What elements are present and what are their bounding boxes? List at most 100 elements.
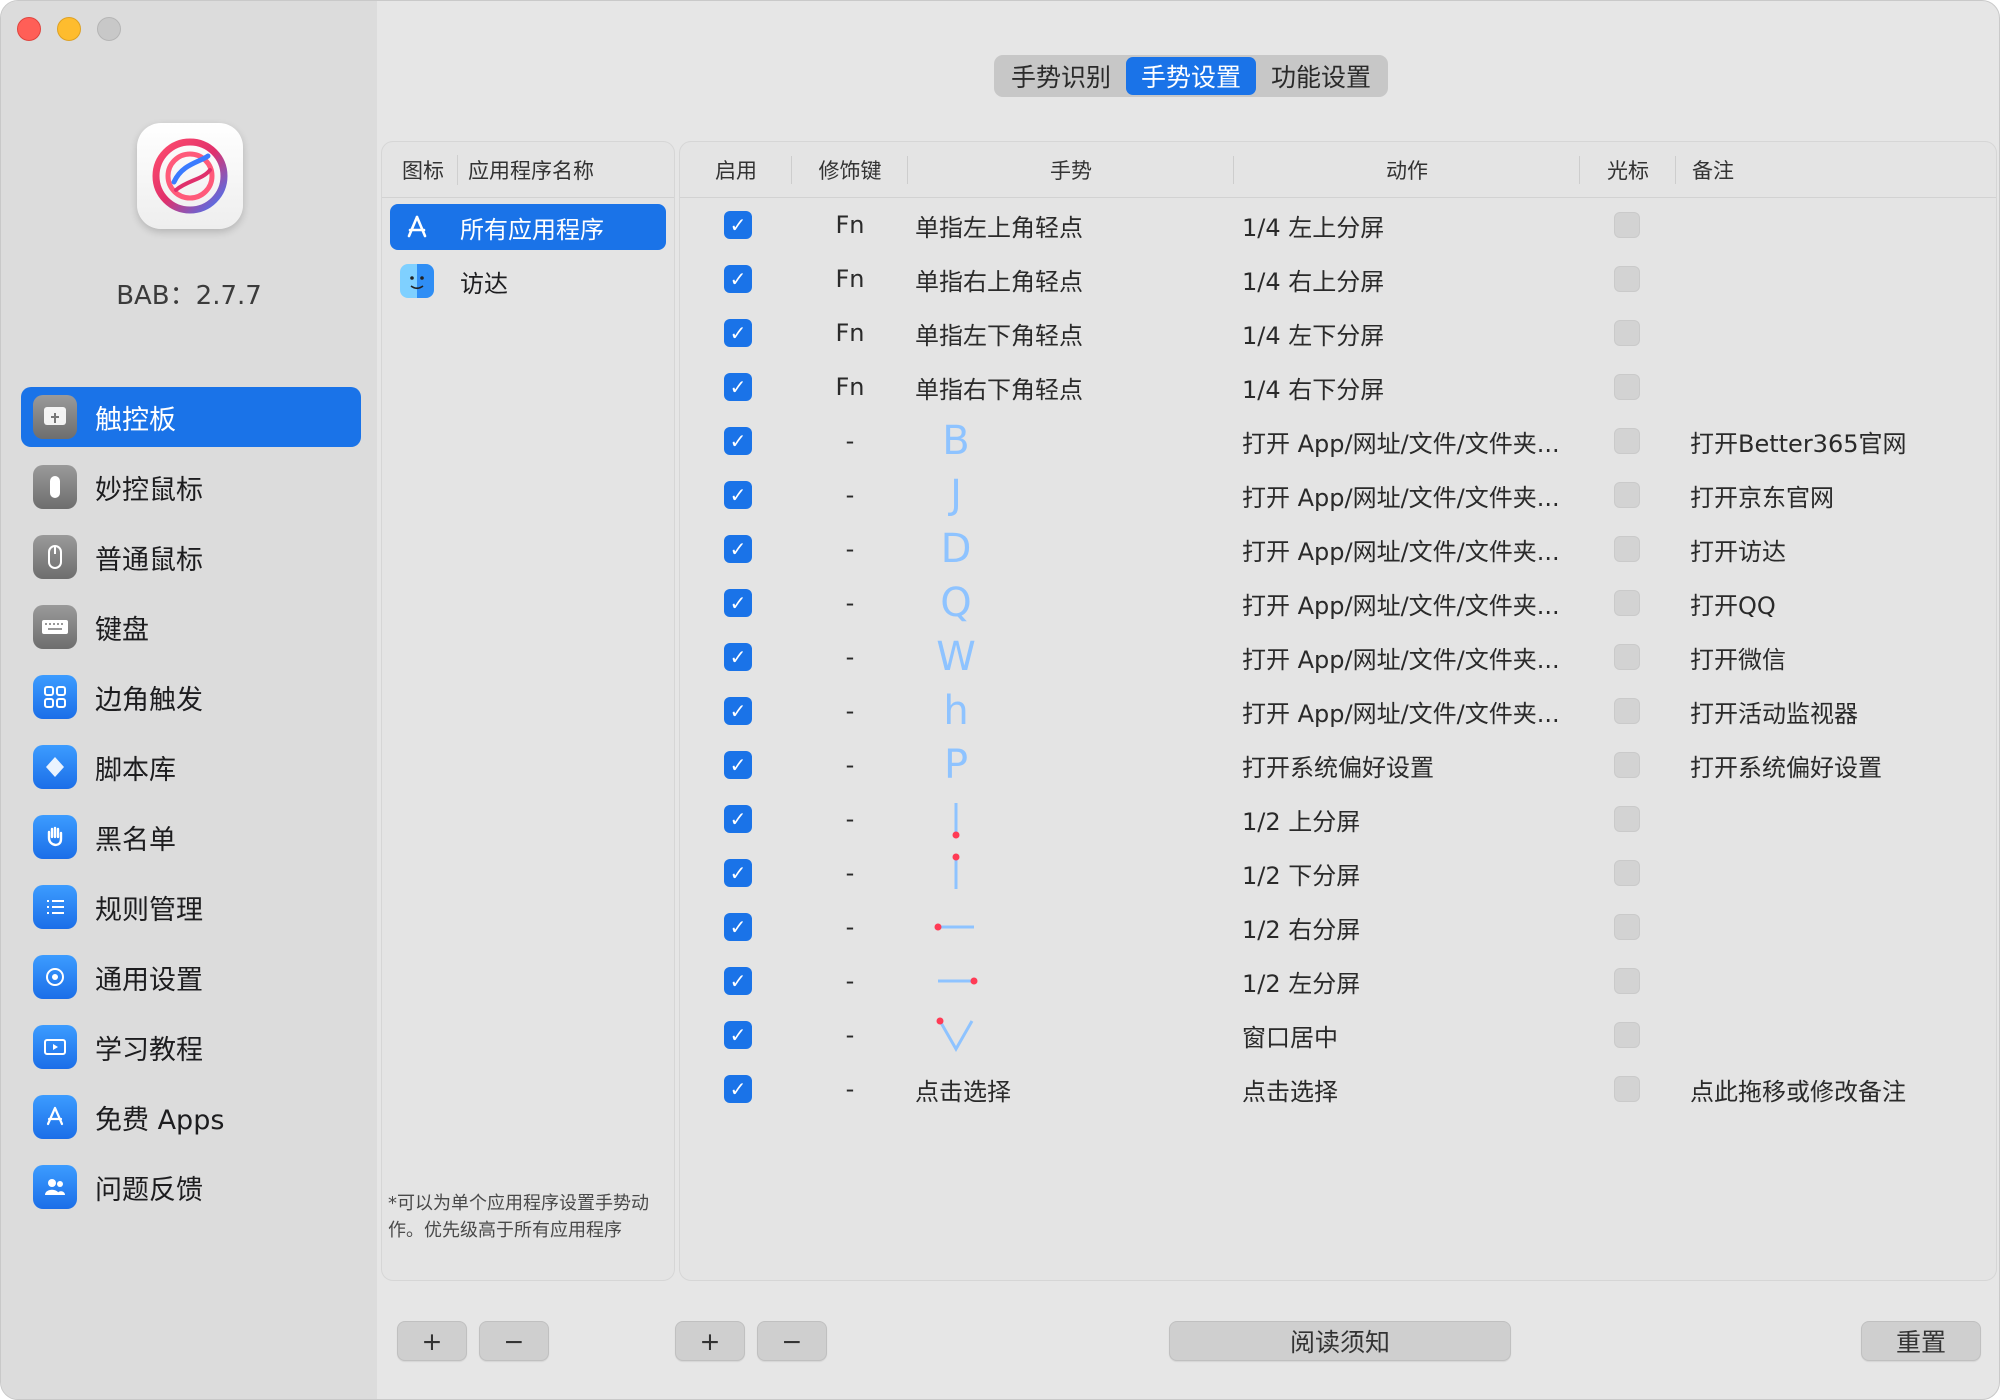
- enable-checkbox[interactable]: ✓: [724, 211, 752, 239]
- add-gesture-button[interactable]: +: [675, 1321, 745, 1361]
- gesture-row[interactable]: ✓ Fn 单指左下角轻点 1/4 左下分屏: [680, 306, 1996, 360]
- gesture-row[interactable]: ✓ - h 打开 App/网址/文件/文件夹... 打开活动监视器: [680, 684, 1996, 738]
- sidebar-item-general-settings[interactable]: 通用设置: [21, 947, 361, 1007]
- enable-checkbox[interactable]: ✓: [724, 751, 752, 779]
- action-cell[interactable]: 打开 App/网址/文件/文件夹...: [1242, 468, 1560, 522]
- cursor-checkbox[interactable]: [1614, 590, 1640, 616]
- gesture-row[interactable]: ✓ - B 打开 App/网址/文件/文件夹... 打开Better365官网: [680, 414, 1996, 468]
- sidebar-item-blacklist[interactable]: 黑名单: [21, 807, 361, 867]
- action-cell[interactable]: 窗口居中: [1242, 1008, 1338, 1062]
- enable-checkbox[interactable]: ✓: [724, 427, 752, 455]
- enable-checkbox[interactable]: ✓: [724, 373, 752, 401]
- read-notice-button[interactable]: 阅读须知: [1169, 1321, 1511, 1361]
- window-close-button[interactable]: [17, 17, 41, 41]
- gesture-row[interactable]: ✓ - 1/2 左分屏: [680, 954, 1996, 1008]
- enable-checkbox[interactable]: ✓: [724, 805, 752, 833]
- note-cell[interactable]: 打开QQ: [1690, 576, 1776, 630]
- sidebar-item-mouse[interactable]: 普通鼠标: [21, 527, 361, 587]
- enable-checkbox[interactable]: ✓: [724, 1075, 752, 1103]
- action-cell[interactable]: 点击选择: [1242, 1062, 1338, 1116]
- action-cell[interactable]: 打开 App/网址/文件/文件夹...: [1242, 684, 1560, 738]
- cursor-checkbox[interactable]: [1614, 536, 1640, 562]
- sidebar-item-free-apps[interactable]: 免费 Apps: [21, 1087, 361, 1147]
- action-cell[interactable]: 1/4 右下分屏: [1242, 360, 1384, 414]
- sidebar-item-feedback[interactable]: 问题反馈: [21, 1157, 361, 1217]
- enable-checkbox[interactable]: ✓: [724, 913, 752, 941]
- gesture-row[interactable]: ✓ - J 打开 App/网址/文件/文件夹... 打开京东官网: [680, 468, 1996, 522]
- note-cell[interactable]: 点此拖移或修改备注: [1690, 1062, 1906, 1116]
- action-cell[interactable]: 1/2 右分屏: [1242, 900, 1360, 954]
- action-cell[interactable]: 1/2 上分屏: [1242, 792, 1360, 846]
- enable-checkbox[interactable]: ✓: [724, 481, 752, 509]
- gesture-row[interactable]: ✓ - 点击选择 点击选择 点此拖移或修改备注: [680, 1062, 1996, 1116]
- tab-gesture-settings[interactable]: 手势设置: [1126, 57, 1256, 95]
- cursor-checkbox[interactable]: [1614, 1076, 1640, 1102]
- enable-checkbox[interactable]: ✓: [724, 859, 752, 887]
- enable-checkbox[interactable]: ✓: [724, 643, 752, 671]
- cursor-checkbox[interactable]: [1614, 1022, 1640, 1048]
- action-cell[interactable]: 1/2 下分屏: [1242, 846, 1360, 900]
- add-app-button[interactable]: +: [397, 1321, 467, 1361]
- note-cell[interactable]: 打开活动监视器: [1690, 684, 1858, 738]
- cursor-checkbox[interactable]: [1614, 914, 1640, 940]
- remove-gesture-button[interactable]: −: [757, 1321, 827, 1361]
- sidebar-item-script-library[interactable]: 脚本库: [21, 737, 361, 797]
- tab-function-settings[interactable]: 功能设置: [1256, 57, 1386, 95]
- sidebar-item-corner-trigger[interactable]: 边角触发: [21, 667, 361, 727]
- action-cell[interactable]: 打开 App/网址/文件/文件夹...: [1242, 414, 1560, 468]
- gesture-row[interactable]: ✓ - 1/2 下分屏: [680, 846, 1996, 900]
- note-cell[interactable]: 打开访达: [1690, 522, 1786, 576]
- remove-app-button[interactable]: −: [479, 1321, 549, 1361]
- action-cell[interactable]: 打开 App/网址/文件/文件夹...: [1242, 630, 1560, 684]
- app-item-all[interactable]: 所有应用程序: [390, 204, 666, 250]
- gesture-row[interactable]: ✓ - 窗口居中: [680, 1008, 1996, 1062]
- cursor-checkbox[interactable]: [1614, 212, 1640, 238]
- cursor-checkbox[interactable]: [1614, 698, 1640, 724]
- sidebar-item-magic-mouse[interactable]: 妙控鼠标: [21, 457, 361, 517]
- note-cell[interactable]: 打开微信: [1690, 630, 1786, 684]
- enable-checkbox[interactable]: ✓: [724, 265, 752, 293]
- cursor-checkbox[interactable]: [1614, 482, 1640, 508]
- enable-checkbox[interactable]: ✓: [724, 319, 752, 347]
- sidebar-item-rules[interactable]: 规则管理: [21, 877, 361, 937]
- gesture-row[interactable]: ✓ - 1/2 右分屏: [680, 900, 1996, 954]
- gesture-row[interactable]: ✓ - D 打开 App/网址/文件/文件夹... 打开访达: [680, 522, 1996, 576]
- reset-button[interactable]: 重置: [1861, 1321, 1981, 1361]
- cursor-checkbox[interactable]: [1614, 968, 1640, 994]
- action-cell[interactable]: 1/4 左下分屏: [1242, 306, 1384, 360]
- enable-checkbox[interactable]: ✓: [724, 967, 752, 995]
- note-cell[interactable]: 打开京东官网: [1690, 468, 1834, 522]
- action-cell[interactable]: 1/4 右上分屏: [1242, 252, 1384, 306]
- cursor-checkbox[interactable]: [1614, 266, 1640, 292]
- cursor-checkbox[interactable]: [1614, 752, 1640, 778]
- action-cell[interactable]: 1/4 左上分屏: [1242, 198, 1384, 252]
- action-cell[interactable]: 打开 App/网址/文件/文件夹...: [1242, 576, 1560, 630]
- sidebar-item-tutorials[interactable]: 学习教程: [21, 1017, 361, 1077]
- cursor-checkbox[interactable]: [1614, 860, 1640, 886]
- sidebar-item-keyboard[interactable]: 键盘: [21, 597, 361, 657]
- cursor-checkbox[interactable]: [1614, 374, 1640, 400]
- app-item-finder[interactable]: 访达: [390, 258, 666, 304]
- cursor-checkbox[interactable]: [1614, 320, 1640, 346]
- gesture-row[interactable]: ✓ Fn 单指右上角轻点 1/4 右上分屏: [680, 252, 1996, 306]
- cursor-checkbox[interactable]: [1614, 644, 1640, 670]
- window-zoom-button[interactable]: [97, 17, 121, 41]
- note-cell[interactable]: 打开Better365官网: [1690, 414, 1907, 468]
- gesture-row[interactable]: ✓ - Q 打开 App/网址/文件/文件夹... 打开QQ: [680, 576, 1996, 630]
- window-minimize-button[interactable]: [57, 17, 81, 41]
- tab-gesture-recognition[interactable]: 手势识别: [996, 57, 1126, 95]
- action-cell[interactable]: 打开 App/网址/文件/文件夹...: [1242, 522, 1560, 576]
- enable-checkbox[interactable]: ✓: [724, 589, 752, 617]
- gesture-row[interactable]: ✓ - W 打开 App/网址/文件/文件夹... 打开微信: [680, 630, 1996, 684]
- note-cell[interactable]: 打开系统偏好设置: [1690, 738, 1882, 792]
- sidebar-item-trackpad[interactable]: 触控板: [21, 387, 361, 447]
- gesture-row[interactable]: ✓ - 1/2 上分屏: [680, 792, 1996, 846]
- gesture-row[interactable]: ✓ - P 打开系统偏好设置 打开系统偏好设置: [680, 738, 1996, 792]
- action-cell[interactable]: 1/2 左分屏: [1242, 954, 1360, 1008]
- enable-checkbox[interactable]: ✓: [724, 535, 752, 563]
- cursor-checkbox[interactable]: [1614, 806, 1640, 832]
- action-cell[interactable]: 打开系统偏好设置: [1242, 738, 1434, 792]
- enable-checkbox[interactable]: ✓: [724, 1021, 752, 1049]
- gesture-row[interactable]: ✓ Fn 单指右下角轻点 1/4 右下分屏: [680, 360, 1996, 414]
- cursor-checkbox[interactable]: [1614, 428, 1640, 454]
